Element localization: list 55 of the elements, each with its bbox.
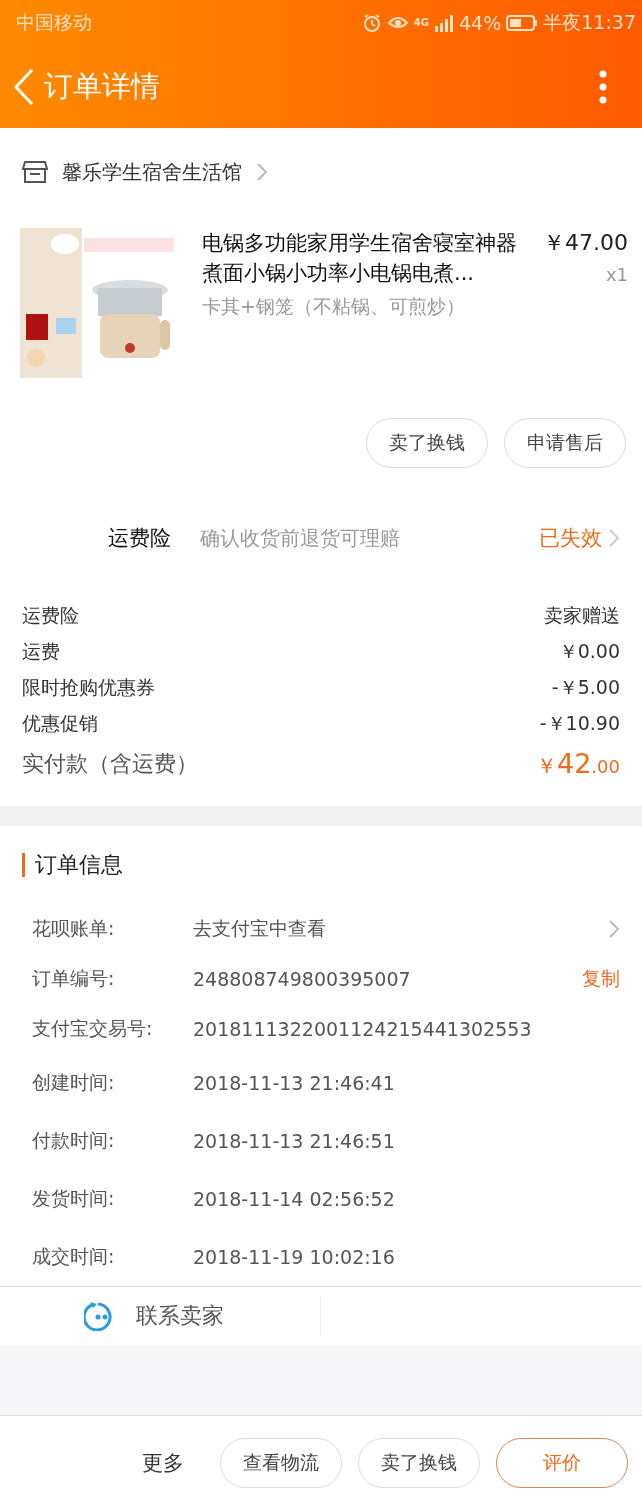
clock-text: 半夜11:37 <box>543 9 636 35</box>
shop-row[interactable]: 馨乐学生宿舍生活馆 <box>0 130 642 214</box>
info-label: 成交时间: <box>32 1244 116 1269</box>
contact-seller-button[interactable]: 联系卖家 <box>0 1301 320 1331</box>
price-value: ￥0.00 <box>558 639 620 664</box>
shop-name: 馨乐学生宿舍生活馆 <box>62 158 242 186</box>
product-price: ￥47.00 <box>543 229 628 257</box>
info-label: 订单编号: <box>32 966 116 991</box>
info-label: 花呗账单: <box>32 916 116 941</box>
price-label: 实付款（含运费） <box>22 750 198 778</box>
carrier-text: 中国移动 <box>16 9 92 35</box>
chevron-icon <box>256 162 268 182</box>
info-value: 248808749800395007 <box>193 968 412 990</box>
chevron-icon <box>608 528 620 548</box>
alipay-link[interactable]: 去支付宝中查看 <box>193 916 608 942</box>
action-button[interactable]: 查看物流 <box>220 1438 342 1488</box>
more-text[interactable]: 更多 <box>142 1449 184 1477</box>
price-value: -￥5.00 <box>551 675 620 700</box>
page-title: 订单详情 <box>44 67 161 105</box>
info-value: 2018-11-14 02:56:52 <box>193 1188 396 1210</box>
info-label: 发货时间: <box>32 1186 116 1211</box>
info-value: 2018-11-13 21:46:41 <box>193 1072 396 1094</box>
price-label: 运费 <box>22 639 60 664</box>
info-value: 2018-11-19 10:02:16 <box>193 1246 396 1268</box>
insurance-label: 运费险 <box>108 525 172 552</box>
product-variant: 卡其+钢笼（不粘锅、可煎炒） <box>202 294 466 319</box>
insurance-row[interactable]: 运费险 确认收货前退货可理赔 已失效 <box>0 478 642 598</box>
more-icon[interactable] <box>598 69 608 104</box>
chevron-icon <box>608 919 620 939</box>
product-quantity: x1 <box>605 264 628 285</box>
info-value: 2018111322001124215441302553 <box>193 1018 533 1040</box>
section-title: 订单信息 <box>35 851 123 879</box>
back-icon[interactable] <box>12 66 36 107</box>
insurance-status: 已失效 <box>539 525 602 552</box>
price-label: 优惠促销 <box>22 711 98 736</box>
info-label: 付款时间: <box>32 1128 116 1153</box>
price-value: -￥10.90 <box>539 711 620 736</box>
network-text: 4G <box>413 17 429 28</box>
action-button[interactable]: 申请售后 <box>504 418 626 468</box>
info-label: 创建时间: <box>32 1070 116 1095</box>
product-title[interactable]: 电锅多功能家用学生宿舍寝室神器煮面小锅小功率小电锅电煮... <box>202 228 523 288</box>
battery-icon <box>506 13 539 32</box>
insurance-description: 确认收货前退货可理赔 <box>200 525 401 552</box>
price-value: 卖家赠送 <box>544 603 620 628</box>
action-button[interactable]: 卖了换钱 <box>366 418 488 468</box>
total-amount: ￥42.00 <box>536 748 620 780</box>
store-icon <box>22 160 48 184</box>
info-value: 2018-11-13 21:46:51 <box>193 1130 396 1152</box>
price-label: 限时抢购优惠券 <box>22 675 155 700</box>
info-label: 支付宝交易号: <box>32 1016 154 1041</box>
action-button[interactable]: 卖了换钱 <box>358 1438 480 1488</box>
price-label: 运费险 <box>22 603 79 628</box>
alarm-icon <box>361 12 382 33</box>
signal-icon <box>434 13 454 32</box>
battery-percent: 44% <box>459 11 502 34</box>
